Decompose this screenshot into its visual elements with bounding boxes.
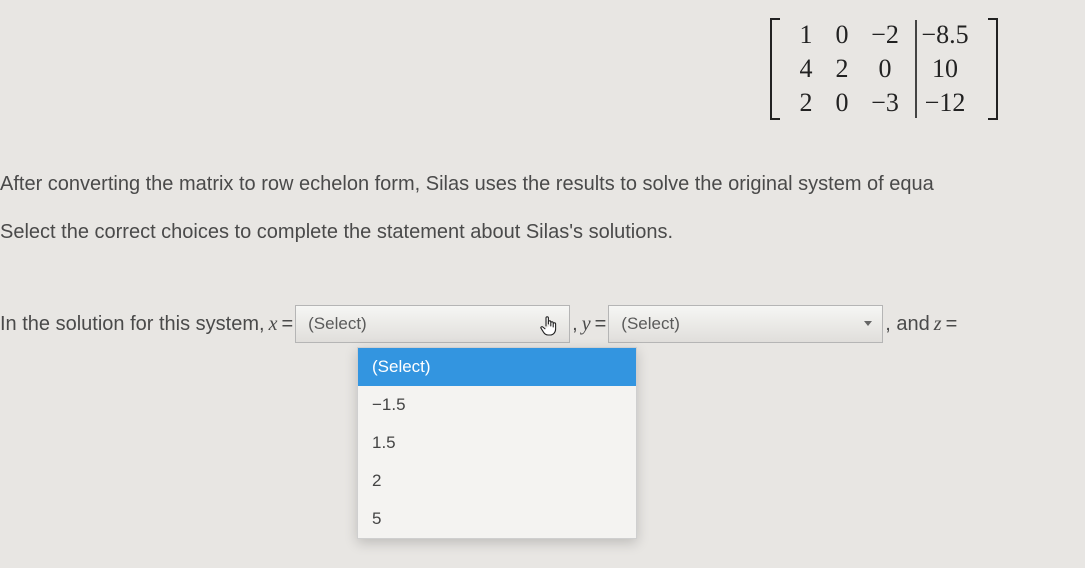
select-x-placeholder: (Select) xyxy=(308,314,367,333)
matrix-cell: 10 xyxy=(932,54,958,84)
matrix-grid: 1 0 −2 −8.5 4 2 0 10 2 0 −3 −12 xyxy=(782,18,986,120)
matrix-cell: 2 xyxy=(836,54,849,84)
dropdown-option[interactable]: −1.5 xyxy=(358,386,636,424)
dropdown-x-options[interactable]: (Select) −1.5 1.5 2 5 xyxy=(357,347,637,539)
select-y-placeholder: (Select) xyxy=(621,314,680,333)
chevron-down-icon xyxy=(864,321,872,326)
matrix-cell: −3 xyxy=(871,88,899,118)
dropdown-option[interactable]: 1.5 xyxy=(358,424,636,462)
dropdown-option[interactable]: 5 xyxy=(358,500,636,538)
matrix-augment-divider xyxy=(915,20,917,118)
comma-text: , xyxy=(572,313,578,336)
matrix-cell: 1 xyxy=(800,20,813,50)
solution-prefix: In the solution for this system, xyxy=(0,313,265,336)
matrix-cell: 0 xyxy=(836,88,849,118)
variable-z: z xyxy=(934,313,942,336)
select-x[interactable]: (Select) xyxy=(295,305,570,343)
variable-y: y xyxy=(582,313,591,336)
matrix-cell: −12 xyxy=(925,88,966,118)
equals-text: = xyxy=(595,313,607,336)
question-line-2: Select the correct choices to complete t… xyxy=(0,218,673,246)
augmented-matrix: 1 0 −2 −8.5 4 2 0 10 2 0 −3 −12 xyxy=(770,18,998,120)
matrix-left-bracket xyxy=(770,18,782,120)
matrix-cell: −8.5 xyxy=(921,20,968,50)
dropdown-option[interactable]: (Select) xyxy=(358,348,636,386)
matrix-cell: 2 xyxy=(800,88,813,118)
equals-text: = xyxy=(946,313,958,336)
matrix-right-bracket xyxy=(986,18,998,120)
variable-x: x xyxy=(269,313,278,336)
matrix-cell: 0 xyxy=(836,20,849,50)
dropdown-option[interactable]: 2 xyxy=(358,462,636,500)
question-line-1: After converting the matrix to row echel… xyxy=(0,170,934,198)
hand-cursor-icon xyxy=(539,316,559,343)
solution-statement: In the solution for this system, x = (Se… xyxy=(0,305,957,343)
matrix-cell: 0 xyxy=(879,54,892,84)
matrix-cell: 4 xyxy=(800,54,813,84)
select-y[interactable]: (Select) xyxy=(608,305,883,343)
matrix-cell: −2 xyxy=(871,20,899,50)
equals-text: = xyxy=(281,313,293,336)
and-z-text: , and xyxy=(885,313,929,336)
